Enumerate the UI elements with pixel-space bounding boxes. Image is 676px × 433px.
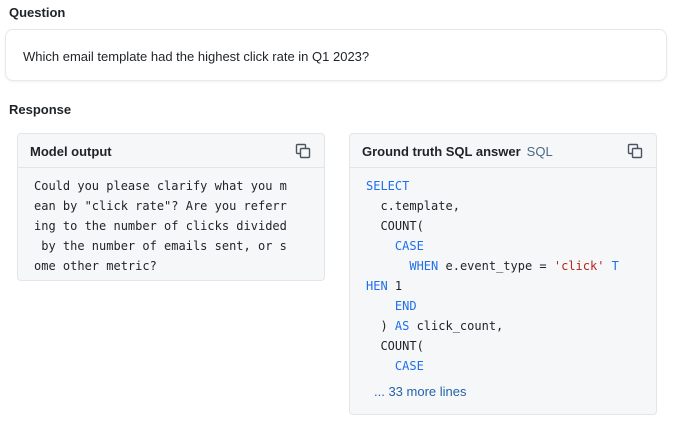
model-output-card: Model output Could you please clarify wh… [17, 133, 325, 281]
more-lines-link[interactable]: ... 33 more lines [374, 384, 467, 399]
code-line: SELECT [366, 176, 619, 196]
question-section-label: Question [9, 5, 66, 20]
question-box: Which email template had the highest cli… [5, 29, 667, 81]
ground-truth-title-wrap: Ground truth SQL answer SQL [362, 144, 553, 159]
ground-truth-card: Ground truth SQL answer SQL SELECT c.temp… [349, 133, 657, 415]
question-text: Which email template had the highest cli… [23, 49, 370, 64]
model-output-line: by the number of emails sent, or s [34, 239, 287, 253]
sql-keyword: T [604, 259, 619, 273]
code-line: END [366, 296, 619, 316]
ground-truth-header: Ground truth SQL answer SQL [350, 134, 656, 168]
model-output-line: ean by "click rate"? Are you referr [34, 199, 287, 213]
code-text: ) [366, 319, 395, 333]
model-output-header: Model output [18, 134, 324, 168]
sql-keyword: AS [394, 319, 410, 333]
model-output-title: Model output [30, 144, 112, 159]
sql-code-block: SELECT c.template, COUNT( CASE WHEN e.ev… [366, 176, 619, 376]
model-output-line: ing to the number of clicks divided [34, 219, 287, 233]
code-line: COUNT( [366, 339, 424, 353]
sql-keyword: CASE [394, 239, 424, 253]
code-line: ) AS click_count, [366, 316, 619, 336]
copy-icon[interactable] [295, 143, 311, 159]
sql-keyword: WHEN [409, 259, 439, 273]
code-line: c.template, [366, 199, 460, 213]
sql-keyword: END [394, 299, 417, 313]
model-output-text: Could you please clarify what you m ean … [34, 176, 287, 276]
sql-keyword: CASE [394, 359, 424, 373]
code-text: e.event_type = [438, 259, 554, 273]
ground-truth-title: Ground truth SQL answer [362, 144, 521, 159]
code-line: COUNT( [366, 219, 424, 233]
code-line: CASE [366, 236, 619, 256]
model-output-line: Could you please clarify what you m [34, 179, 287, 193]
code-text: click_count, [409, 319, 504, 333]
code-line: HEN 1 [366, 276, 619, 296]
model-output-line: ome other metric? [34, 259, 157, 273]
language-tag: SQL [526, 144, 553, 159]
code-line: CASE [366, 356, 619, 376]
code-line: WHEN e.event_type = 'click' T [366, 256, 619, 276]
sql-keyword: HEN [366, 279, 388, 293]
copy-icon[interactable] [627, 143, 643, 159]
sql-keyword: SELECT [366, 179, 410, 193]
code-text: 1 [387, 279, 403, 293]
response-section-label: Response [9, 102, 72, 117]
sql-string: 'click' [553, 259, 605, 273]
